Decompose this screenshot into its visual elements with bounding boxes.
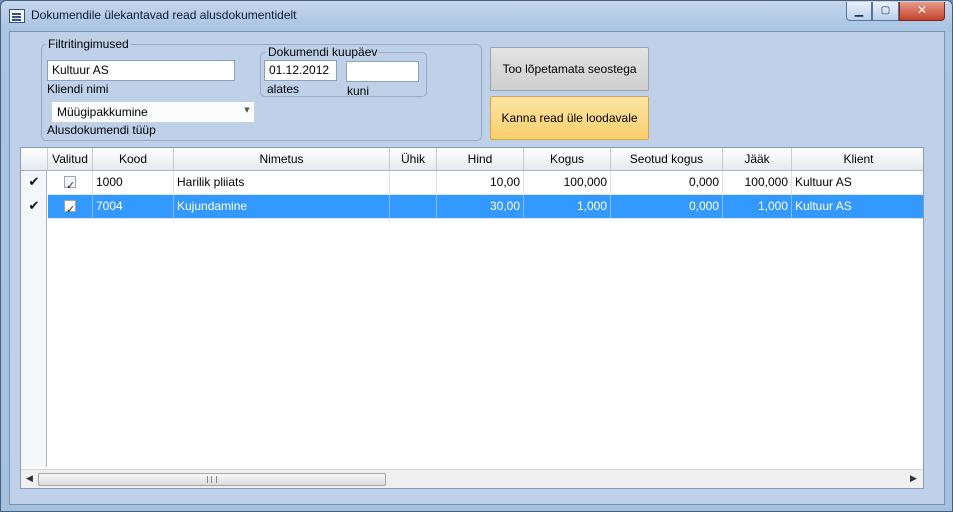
jaak-cell[interactable]: 1,000 (723, 195, 792, 219)
row-check-indicator[interactable]: ✔ (21, 171, 47, 195)
valitud-cell[interactable] (48, 195, 93, 219)
column-header-kood[interactable]: Kood (93, 148, 174, 170)
jaak-cell[interactable]: 100,000 (723, 171, 792, 195)
seotud-kogus-cell[interactable]: 0,000 (611, 171, 723, 195)
minimize-button[interactable]: ▁ (846, 2, 872, 21)
klient-cell[interactable]: Kultuur AS (792, 171, 923, 195)
filter-group-label: Filtritingimused (46, 37, 131, 51)
maximize-button[interactable]: ▢ (872, 2, 899, 21)
date-to-input[interactable] (346, 61, 419, 82)
kood-cell[interactable]: 7004 (93, 195, 174, 219)
klient-cell[interactable]: Kultuur AS (792, 195, 923, 219)
client-name-input[interactable]: Kultuur AS (47, 60, 235, 81)
column-header-valitud[interactable]: Valitud (48, 148, 93, 170)
yhik-cell[interactable] (390, 195, 437, 219)
kood-cell[interactable]: 1000 (93, 171, 174, 195)
kogus-cell[interactable]: 1,000 (524, 195, 611, 219)
scrollbar-thumb[interactable] (38, 473, 386, 486)
dialog-window: Dokumendile ülekantavad read alusdokumen… (0, 0, 953, 512)
grip-icon (207, 476, 217, 483)
yhik-cell[interactable] (390, 171, 437, 195)
column-header-hind[interactable]: Hind (437, 148, 524, 170)
window-icon (9, 9, 25, 23)
client-name-label: Kliendi nimi (47, 82, 109, 96)
column-header-kogus[interactable]: Kogus (524, 148, 611, 170)
kogus-cell[interactable]: 100,000 (524, 171, 611, 195)
chevron-down-icon[interactable]: ▼ (242, 106, 252, 114)
scroll-left-icon[interactable]: ◀ (22, 472, 37, 487)
doc-type-select[interactable]: Müügipakkumine ▼ (51, 101, 255, 123)
transfer-rows-button[interactable]: Kanna read üle loodavale (490, 96, 649, 140)
checkbox[interactable] (64, 174, 76, 194)
date-from-label: alates (267, 82, 300, 96)
close-button[interactable]: ✕ (899, 2, 945, 21)
column-header-klient[interactable]: Klient (792, 148, 923, 170)
scroll-right-icon[interactable]: ▶ (906, 472, 921, 487)
column-header-yhik[interactable]: Ühik (390, 148, 437, 170)
seotud-kogus-cell[interactable]: 0,000 (611, 195, 723, 219)
column-header-seotud-kogus[interactable]: Seotud kogus (611, 148, 723, 170)
checkbox[interactable] (64, 198, 76, 218)
date-group-label: Dokumendi kuupäev (266, 45, 380, 59)
doc-type-label: Alusdokumendi tüüp (47, 123, 156, 137)
title-bar[interactable]: Dokumendile ülekantavad read alusdokumen… (1, 1, 952, 31)
doc-type-value: Müügipakkumine (57, 105, 148, 119)
date-from-input[interactable]: 01.12.2012 (264, 60, 337, 81)
valitud-cell[interactable] (48, 171, 93, 195)
column-header-jaak[interactable]: Jääk (723, 148, 792, 170)
row-check-indicator[interactable]: ✔ (21, 195, 47, 219)
horizontal-scrollbar[interactable]: ◀ ▶ (21, 469, 923, 488)
table-row-selected[interactable]: ✔ 7004 Kujundamine 30,00 1,000 0,000 1,0… (21, 195, 923, 219)
hind-cell[interactable]: 10,00 (437, 171, 524, 195)
nimetus-cell[interactable]: Kujundamine (174, 195, 390, 219)
column-header-nimetus[interactable]: Nimetus (174, 148, 390, 170)
nimetus-cell[interactable]: Harilik pliiats (174, 171, 390, 195)
grid-header: Valitud Kood Nimetus Ühik Hind Kogus Seo… (21, 148, 923, 171)
hind-cell[interactable]: 30,00 (437, 195, 524, 219)
window-title: Dokumendile ülekantavad read alusdokumen… (31, 8, 297, 22)
row-selector-header (21, 148, 48, 170)
dialog-body: Filtritingimused Kultuur AS Kliendi nimi… (9, 31, 945, 505)
table-row[interactable]: ✔ 1000 Harilik pliiats 10,00 100,000 0,0… (21, 171, 923, 195)
fetch-unfinished-button[interactable]: Too lõpetamata seostega (490, 47, 649, 91)
rows-grid[interactable]: Valitud Kood Nimetus Ühik Hind Kogus Seo… (20, 147, 924, 489)
date-to-label: kuni (347, 84, 370, 98)
